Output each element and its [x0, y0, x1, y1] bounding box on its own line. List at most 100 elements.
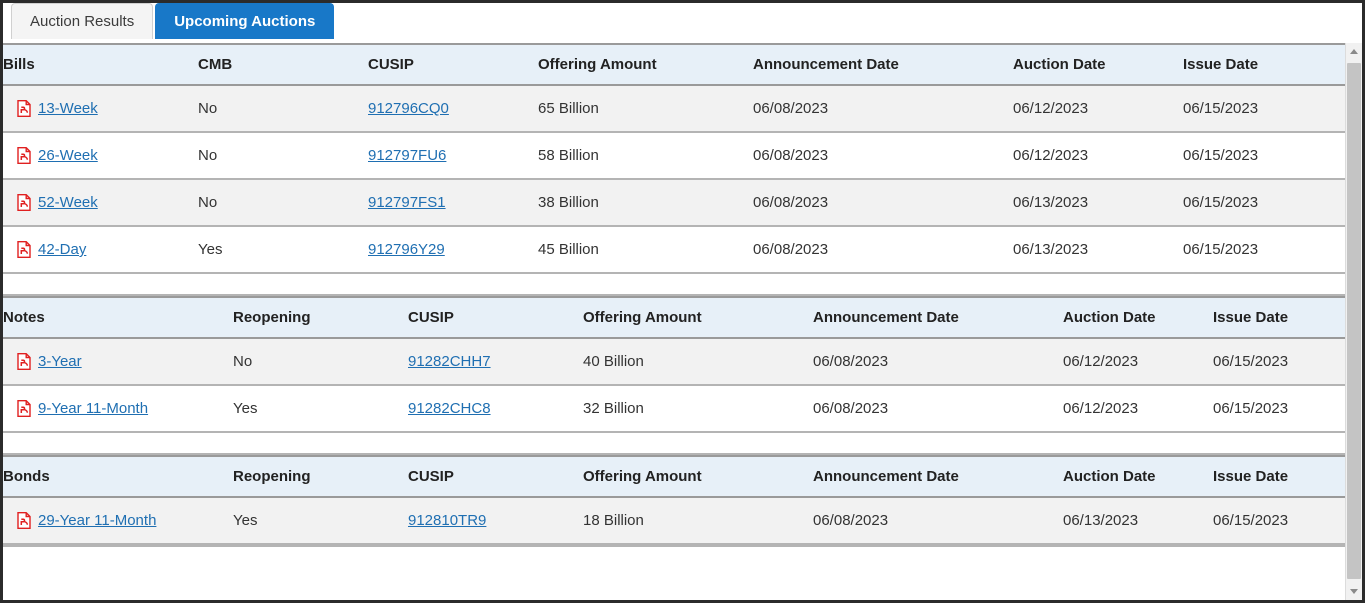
- security-link[interactable]: 26-Week: [38, 147, 98, 164]
- auction-date-cell: 06/12/2023: [1013, 132, 1183, 180]
- column-header: Announcement Date: [753, 43, 1013, 86]
- table-row: 13-Week No 912796CQ0 65 Billion 06/08/2023 06…: [3, 85, 1345, 133]
- table-header-row: Bonds Reopening CUSIP Offering Amount Announ…: [3, 455, 1345, 498]
- security-cell: 13-Week: [3, 85, 198, 133]
- scroll-up-button[interactable]: [1346, 43, 1362, 60]
- scroll-down-button[interactable]: [1346, 583, 1362, 600]
- announcement-date-cell: 06/08/2023: [813, 385, 1063, 433]
- column-header: Bills: [3, 43, 198, 86]
- tab-upcoming-auctions[interactable]: Upcoming Auctions: [155, 3, 335, 39]
- security-link[interactable]: 42-Day: [38, 241, 86, 258]
- upcoming-auctions-panel: Auction Results Upcoming Auctions Bills C…: [0, 0, 1365, 603]
- column-header: Bonds: [3, 455, 233, 498]
- column-header: Issue Date: [1213, 455, 1345, 498]
- column-header: Auction Date: [1013, 43, 1183, 86]
- auction-date-cell: 06/12/2023: [1063, 385, 1213, 433]
- table-header-row: Bills CMB CUSIP Offering Amount Announcement…: [3, 43, 1345, 86]
- cusip-cell: 912810TR9: [408, 497, 583, 545]
- column-header: Offering Amount: [583, 296, 813, 339]
- cusip-cell: 912797FS1: [368, 179, 538, 227]
- issue-date-cell: 06/15/2023: [1213, 385, 1345, 433]
- table-row: 9-Year 11-Month Yes 91282CHC8 32 Billion 06/…: [3, 385, 1345, 433]
- column-header: Announcement Date: [813, 455, 1063, 498]
- auction-date-cell: 06/13/2023: [1013, 179, 1183, 227]
- column-header: CMB: [198, 43, 368, 86]
- scrollbar-thumb[interactable]: [1347, 63, 1361, 579]
- auction-date-cell: 06/13/2023: [1063, 497, 1213, 545]
- offering-amount-cell: 32 Billion: [583, 385, 813, 433]
- issue-date-cell: 06/15/2023: [1213, 497, 1345, 545]
- offering-amount-cell: 38 Billion: [538, 179, 753, 227]
- issue-date-cell: 06/15/2023: [1183, 226, 1345, 274]
- security-cell: 26-Week: [3, 132, 198, 180]
- security-link[interactable]: 52-Week: [38, 194, 98, 211]
- security-cell: 52-Week: [3, 179, 198, 227]
- security-cell: 9-Year 11-Month: [3, 385, 233, 433]
- auctions-scroll-viewport: Bills CMB CUSIP Offering Amount Announcement…: [3, 43, 1362, 600]
- cusip-link[interactable]: 912797FS1: [368, 194, 446, 211]
- security-link[interactable]: 29-Year 11-Month: [38, 512, 156, 529]
- offering-amount-cell: 65 Billion: [538, 85, 753, 133]
- offering-amount-cell: 40 Billion: [583, 338, 813, 386]
- pdf-file-icon: [17, 241, 31, 258]
- pdf-file-icon: [17, 400, 31, 417]
- table-row: 26-Week No 912797FU6 58 Billion 06/08/2023 06…: [3, 132, 1345, 180]
- table-header-row: Notes Reopening CUSIP Offering Amount Announ…: [3, 296, 1345, 339]
- security-link[interactable]: 13-Week: [38, 100, 98, 117]
- issue-date-cell: 06/15/2023: [1183, 85, 1345, 133]
- security-cell: 42-Day: [3, 226, 198, 274]
- table-row: 29-Year 11-Month Yes 912810TR9 18 Billion 06…: [3, 497, 1345, 545]
- column-header: Notes: [3, 296, 233, 339]
- issue-date-cell: 06/15/2023: [1183, 179, 1345, 227]
- auction-date-cell: 06/12/2023: [1063, 338, 1213, 386]
- announcement-date-cell: 06/08/2023: [813, 338, 1063, 386]
- scroll-down-arrow-icon: [1350, 589, 1358, 594]
- column-header: Issue Date: [1213, 296, 1345, 339]
- flag-cell: Yes: [233, 385, 408, 433]
- cusip-link[interactable]: 912796CQ0: [368, 100, 449, 117]
- column-header: CUSIP: [368, 43, 538, 86]
- table-row: 3-Year No 91282CHH7 40 Billion 06/08/2023 06/…: [3, 338, 1345, 386]
- vertical-scrollbar[interactable]: [1345, 43, 1362, 600]
- cusip-link[interactable]: 912797FU6: [368, 147, 446, 164]
- column-header: CUSIP: [408, 455, 583, 498]
- cusip-cell: 912796CQ0: [368, 85, 538, 133]
- pdf-file-icon: [17, 512, 31, 529]
- table-row: 42-Day Yes 912796Y29 45 Billion 06/08/2023 06…: [3, 226, 1345, 274]
- tab-auction-results[interactable]: Auction Results: [11, 3, 154, 39]
- scroll-up-arrow-icon: [1350, 49, 1358, 54]
- cusip-link[interactable]: 912796Y29: [368, 241, 445, 258]
- column-header: Reopening: [233, 455, 408, 498]
- announcement-date-cell: 06/08/2023: [753, 179, 1013, 227]
- section-separator: [3, 274, 1345, 296]
- issue-date-cell: 06/15/2023: [1183, 132, 1345, 180]
- security-link[interactable]: 9-Year 11-Month: [38, 400, 148, 417]
- security-link[interactable]: 3-Year: [38, 353, 82, 370]
- column-header: Auction Date: [1063, 455, 1213, 498]
- cusip-cell: 91282CHC8: [408, 385, 583, 433]
- offering-amount-cell: 18 Billion: [583, 497, 813, 545]
- cusip-cell: 91282CHH7: [408, 338, 583, 386]
- issue-date-cell: 06/15/2023: [1213, 338, 1345, 386]
- column-header: CUSIP: [408, 296, 583, 339]
- auction-date-cell: 06/13/2023: [1013, 226, 1183, 274]
- cusip-cell: 912797FU6: [368, 132, 538, 180]
- flag-cell: No: [233, 338, 408, 386]
- pdf-file-icon: [17, 100, 31, 117]
- flag-cell: Yes: [198, 226, 368, 274]
- table-footer-spacer: [3, 545, 1345, 565]
- cusip-link[interactable]: 912810TR9: [408, 512, 486, 529]
- announcement-date-cell: 06/08/2023: [813, 497, 1063, 545]
- cusip-link[interactable]: 91282CHH7: [408, 353, 491, 370]
- pdf-file-icon: [17, 353, 31, 370]
- column-header: Auction Date: [1063, 296, 1213, 339]
- offering-amount-cell: 58 Billion: [538, 132, 753, 180]
- auction-table-notes: Notes Reopening CUSIP Offering Amount Announ…: [3, 296, 1345, 433]
- column-header: Offering Amount: [583, 455, 813, 498]
- tab-auction-results-label: Auction Results: [30, 13, 135, 30]
- section-separator: [3, 433, 1345, 455]
- column-header: Offering Amount: [538, 43, 753, 86]
- flag-cell: Yes: [233, 497, 408, 545]
- tab-upcoming-auctions-label: Upcoming Auctions: [174, 13, 316, 30]
- cusip-link[interactable]: 91282CHC8: [408, 400, 491, 417]
